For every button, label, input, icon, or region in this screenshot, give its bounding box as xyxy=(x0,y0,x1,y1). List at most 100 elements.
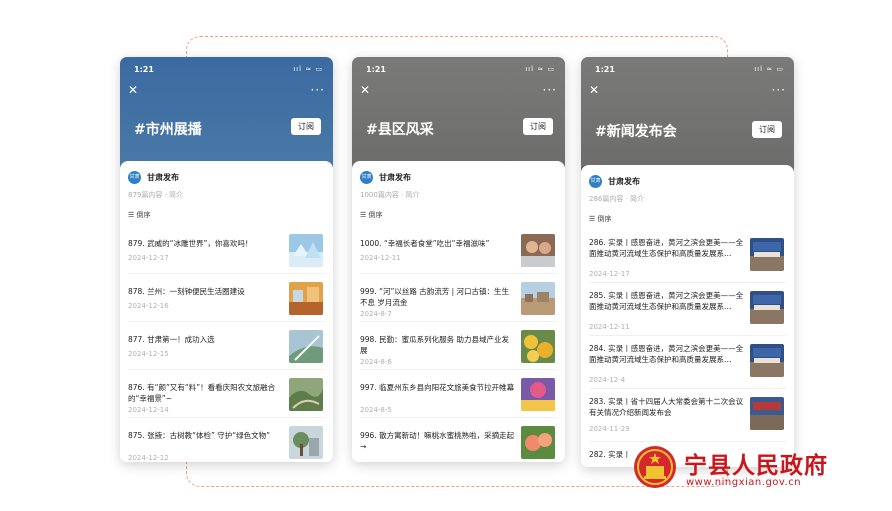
more-icon[interactable]: ··· xyxy=(311,83,325,97)
article-title: 878. 兰州：一刻钟便民生活圈建设 xyxy=(128,287,245,296)
article-title: 285. 实录丨感恩奋进，黄河之滨会更美——全面推动黄河流域生态保护和高质量发展… xyxy=(589,291,744,311)
status-time: 1:21 xyxy=(134,65,154,74)
article-count[interactable]: 879篇内容 · 简介 xyxy=(128,190,325,200)
signal-wifi-battery-icon: ııl ≈ ▭ xyxy=(754,65,784,73)
close-icon[interactable]: ✕ xyxy=(128,84,138,96)
article-count[interactable]: 286篇内容 · 简介 xyxy=(589,194,786,204)
article-title: 876. 有“颜”又有“料”！看看庆阳农文旅融合的“幸福景”~ xyxy=(128,383,276,403)
article-date: 2024-12-14 xyxy=(128,406,169,414)
close-icon[interactable]: ✕ xyxy=(360,84,370,96)
status-time: 1:21 xyxy=(366,65,386,74)
source-logo-icon: 甘肃 xyxy=(128,171,141,184)
article-list-sheet: 甘肃 甘肃发布 286篇内容 · 简介 ☰ 倒序 286. 实录丨感恩奋进，黄河… xyxy=(581,165,794,467)
article-list-sheet: 甘肃 甘肃发布 879篇内容 · 简介 ☰ 倒序 879. 武威的“冰雕世界”，… xyxy=(120,161,333,462)
article-date: 2024-12-17 xyxy=(128,254,169,262)
phone-screen-press-conference: 1:21 ııl ≈ ▭ ✕ ··· #新闻发布会 订阅 甘肃 甘肃发布 286… xyxy=(581,57,794,467)
subscribe-button[interactable]: 订阅 xyxy=(523,118,553,135)
article-date: 2024-12-11 xyxy=(589,323,630,331)
phone-screen-city-showcase: 1:21 ııl ≈ ▭ ✕ ··· #市州展播 订阅 甘肃 甘肃发布 879篇… xyxy=(120,57,333,462)
topic-header: 1:21 ııl ≈ ▭ ✕ ··· #市州展播 订阅 xyxy=(120,57,333,172)
article-thumbnail xyxy=(521,282,555,315)
sort-toggle[interactable]: ☰ 倒序 xyxy=(360,210,557,220)
topic-header: 1:21 ııl ≈ ▭ ✕ ··· #县区风采 订阅 xyxy=(352,57,565,172)
source-name: 甘肃发布 xyxy=(608,177,640,186)
article-thumbnail xyxy=(289,378,323,411)
article-list: 879. 武威的“冰雕世界”，你喜欢吗！ 2024-12-17 878. 兰州：… xyxy=(128,226,325,462)
article-thumbnail xyxy=(521,426,555,459)
article-date: 2024-8-7 xyxy=(360,310,392,318)
article-title: 999. “河”以丝路 古韵流芳 | 河口古镇：生生不息 岁月流金 xyxy=(360,287,510,307)
article-thumbnail xyxy=(521,378,555,411)
article-title: 1000. “幸福长者食堂”吃出“幸福滋味” xyxy=(360,239,490,248)
article-date: 2024-8-5 xyxy=(360,406,392,414)
sort-toggle[interactable]: ☰ 倒序 xyxy=(589,214,786,224)
sort-toggle[interactable]: ☰ 倒序 xyxy=(128,210,325,220)
more-icon[interactable]: ··· xyxy=(772,83,786,97)
article-title: 996. 散方寓新动！嘛桃水蜜桃熟啦，采摘走起→ xyxy=(360,431,515,451)
source-name: 甘肃发布 xyxy=(379,173,411,182)
article-date: 2024-11-29 xyxy=(589,425,630,433)
list-item[interactable]: 876. 有“颜”又有“料”！看看庆阳农文旅融合的“幸福景”~ 2024-12-… xyxy=(128,370,325,418)
list-item[interactable]: 879. 武威的“冰雕世界”，你喜欢吗！ 2024-12-17 xyxy=(128,226,325,274)
source-logo-icon: 甘肃 xyxy=(360,171,373,184)
article-thumbnail xyxy=(289,282,323,315)
article-count[interactable]: 1000篇内容 · 简介 xyxy=(360,190,557,200)
topic-title: #市州展播 xyxy=(134,122,202,138)
more-icon[interactable]: ··· xyxy=(543,83,557,97)
signal-wifi-battery-icon: ııl ≈ ▭ xyxy=(525,65,555,73)
article-title: 286. 实录丨感恩奋进，黄河之滨会更美——全面推动黄河流域生态保护和高质量发展… xyxy=(589,238,744,258)
list-item[interactable]: 999. “河”以丝路 古韵流芳 | 河口古镇：生生不息 岁月流金 2024-8… xyxy=(360,274,557,322)
national-emblem-icon xyxy=(634,446,676,488)
source-account[interactable]: 甘肃 甘肃发布 xyxy=(360,171,557,184)
list-item[interactable]: 1000. “幸福长者食堂”吃出“幸福滋味” 2024-12-11 xyxy=(360,226,557,274)
status-time: 1:21 xyxy=(595,65,615,74)
list-item[interactable]: 998. 民勤：蜜瓜系列化服务 助力县域产业发展 2024-8-6 xyxy=(360,322,557,370)
article-title: 879. 武威的“冰雕世界”，你喜欢吗！ xyxy=(128,239,253,248)
article-thumbnail xyxy=(750,238,784,271)
article-date: 2024-12-12 xyxy=(128,454,169,462)
article-title: 284. 实录丨感恩奋进，黄河之滨会更美——全面推动黄河流域生态保护和高质量发展… xyxy=(589,344,744,364)
phone-screen-county-showcase: 1:21 ııl ≈ ▭ ✕ ··· #县区风采 订阅 甘肃 甘肃发布 1000… xyxy=(352,57,565,462)
list-item[interactable]: 997. 临夏州东乡县向阳花文旅美食节拉开帷幕 2024-8-5 xyxy=(360,370,557,418)
article-thumbnail xyxy=(750,344,784,377)
article-thumbnail xyxy=(289,234,323,267)
list-item[interactable]: 878. 兰州：一刻钟便民生活圈建设 2024-12-16 xyxy=(128,274,325,322)
subscribe-button[interactable]: 订阅 xyxy=(752,121,782,138)
topic-header: 1:21 ııl ≈ ▭ ✕ ··· #新闻发布会 订阅 xyxy=(581,57,794,172)
watermark-title: 宁县人民政府 xyxy=(684,452,828,479)
list-item[interactable]: 285. 实录丨感恩奋进，黄河之滨会更美——全面推动黄河流域生态保护和高质量发展… xyxy=(589,283,786,336)
list-item[interactable]: 286. 实录丨感恩奋进，黄河之滨会更美——全面推动黄河流域生态保护和高质量发展… xyxy=(589,230,786,283)
article-thumbnail xyxy=(521,234,555,267)
article-list-sheet: 甘肃 甘肃发布 1000篇内容 · 简介 ☰ 倒序 1000. “幸福长者食堂”… xyxy=(352,161,565,462)
source-logo-icon: 甘肃 xyxy=(589,175,602,188)
topic-title: #新闻发布会 xyxy=(595,124,677,140)
article-date: 2024-12-16 xyxy=(128,302,169,310)
article-thumbnail xyxy=(750,397,784,430)
article-title: 997. 临夏州东乡县向阳花文旅美食节拉开帷幕 xyxy=(360,383,515,392)
source-account[interactable]: 甘肃 甘肃发布 xyxy=(128,171,325,184)
source-account[interactable]: 甘肃 甘肃发布 xyxy=(589,175,786,188)
article-title: 283. 实录丨省十四届人大常委会第十二次会议有关情况介绍新闻发布会 xyxy=(589,397,744,417)
list-item[interactable]: 877. 甘肃第一！成功入选 2024-12-15 xyxy=(128,322,325,370)
list-item[interactable]: 284. 实录丨感恩奋进，黄河之滨会更美——全面推动黄河流域生态保护和高质量发展… xyxy=(589,336,786,389)
subscribe-button[interactable]: 订阅 xyxy=(291,118,321,135)
article-date: 2024-12-17 xyxy=(589,270,630,278)
watermark-url: www.ningxian.gov.cn xyxy=(686,477,802,488)
list-item[interactable]: 996. 散方寓新动！嘛桃水蜜桃熟啦，采摘走起→ xyxy=(360,418,557,462)
article-thumbnail xyxy=(289,330,323,363)
signal-wifi-battery-icon: ııl ≈ ▭ xyxy=(293,65,323,73)
source-name: 甘肃发布 xyxy=(147,173,179,182)
list-item[interactable]: 283. 实录丨省十四届人大常委会第十二次会议有关情况介绍新闻发布会 2024-… xyxy=(589,389,786,442)
article-date: 2024-8-6 xyxy=(360,358,392,366)
list-item[interactable]: 875. 张掖：古树教“体检” 守护“绿色文物” 2024-12-12 xyxy=(128,418,325,462)
article-thumbnail xyxy=(521,330,555,363)
article-title: 875. 张掖：古树教“体检” 守护“绿色文物” xyxy=(128,431,271,440)
article-list: 1000. “幸福长者食堂”吃出“幸福滋味” 2024-12-11 999. “… xyxy=(360,226,557,462)
close-icon[interactable]: ✕ xyxy=(589,84,599,96)
government-watermark: 宁县人民政府 www.ningxian.gov.cn xyxy=(632,444,880,496)
article-date: 2024-12-11 xyxy=(360,254,401,262)
article-title: 998. 民勤：蜜瓜系列化服务 助力县域产业发展 xyxy=(360,335,509,355)
article-date: 2024-12-15 xyxy=(128,350,169,358)
article-thumbnail xyxy=(750,291,784,324)
article-title: 877. 甘肃第一！成功入选 xyxy=(128,335,215,344)
